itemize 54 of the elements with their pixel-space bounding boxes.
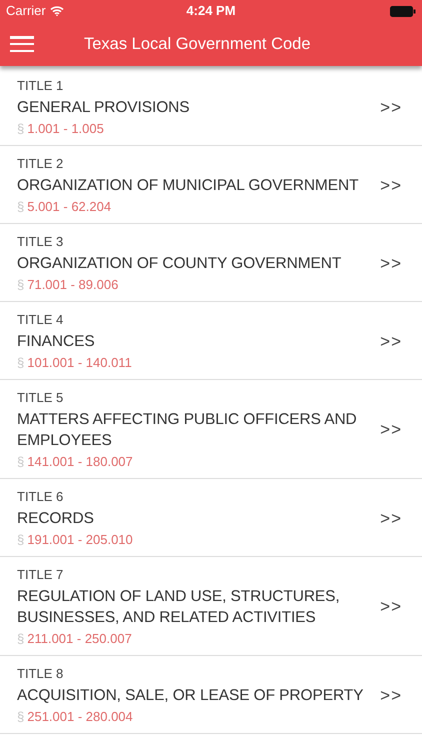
section-sign: §	[17, 630, 24, 648]
title-name: ACQUISITION, SALE, OR LEASE OF PROPERTY	[17, 686, 364, 706]
section-sign: §	[17, 198, 24, 216]
title-row[interactable]: TITLE 2 ORGANIZATION OF MUNICIPAL GOVERNMENT § 5.001 - 62.204 >>	[0, 146, 422, 224]
section-sign: §	[17, 276, 24, 294]
menu-button[interactable]	[10, 34, 34, 54]
chevron-icon: >>	[380, 172, 402, 198]
section-range: 211.001 - 250.007	[27, 630, 132, 648]
section-sign: §	[17, 120, 24, 138]
section-range: 71.001 - 89.006	[27, 276, 118, 294]
title-name: RECORDS	[17, 509, 95, 529]
title-number: TITLE 6	[17, 488, 64, 506]
title-name: FINANCES	[17, 332, 96, 352]
section-sign: §	[17, 531, 24, 549]
wifi-icon	[50, 6, 64, 16]
section-sign: §	[17, 708, 24, 726]
title-number: TITLE 1	[17, 77, 64, 95]
battery-icon	[390, 6, 416, 16]
title-row[interactable]: TITLE 7 REGULATION OF LAND USE, STRUCTURES, BUSINESSES, AND RELATED ACTIVITIES § 211.001 - 250.007 >>	[0, 557, 422, 656]
title-row[interactable]: TITLE 8 ACQUISITION, SALE, OR LEASE OF PROPERTY § 251.001 - 280.004 >>	[0, 656, 422, 734]
clock-time: 4:24 PM	[186, 2, 236, 20]
section-sign: §	[17, 354, 24, 372]
chevron-icon: >>	[380, 328, 402, 354]
chevron-icon: >>	[380, 594, 402, 620]
title-number: TITLE 3	[17, 233, 64, 251]
title-number: TITLE 7	[17, 566, 64, 584]
title-row[interactable]: TITLE 4 FINANCES § 101.001 - 140.011 >>	[0, 302, 422, 380]
section-range: 1.001 - 1.005	[27, 120, 104, 138]
title-name: MATTERS AFFECTING PUBLIC OFFICERS AND EMPLOYEES	[17, 410, 358, 451]
chevron-icon: >>	[380, 506, 402, 532]
section-range: 141.001 - 180.007	[27, 453, 133, 471]
title-number: TITLE 5	[17, 389, 64, 407]
chevron-icon: >>	[380, 682, 402, 708]
title-name: ORGANIZATION OF COUNTY GOVERNMENT	[17, 254, 342, 274]
chevron-icon: >>	[380, 250, 402, 276]
title-row[interactable]: TITLE 6 RECORDS § 191.001 - 205.010 >>	[0, 479, 422, 557]
title-name: ORGANIZATION OF MUNICIPAL GOVERNMENT	[17, 176, 360, 196]
title-row[interactable]: TITLE 5 MATTERS AFFECTING PUBLIC OFFICERS AND EMPLOYEES § 141.001 - 180.007 >>	[0, 380, 422, 479]
title-row[interactable]: TITLE 1 GENERAL PROVISIONS § 1.001 - 1.005 >>	[0, 68, 422, 146]
title-name: GENERAL PROVISIONS	[17, 98, 190, 118]
title-number: TITLE 8	[17, 665, 64, 683]
section-range: 191.001 - 205.010	[27, 531, 133, 549]
section-sign: §	[17, 453, 24, 471]
section-range: 251.001 - 280.004	[27, 708, 133, 726]
title-number: TITLE 4	[17, 311, 64, 329]
section-range: 5.001 - 62.204	[27, 198, 112, 216]
title-row[interactable]: TITLE 3 ORGANIZATION OF COUNTY GOVERNMENT § 71.001 - 89.006 >>	[0, 224, 422, 302]
title-number: TITLE 2	[17, 155, 64, 173]
chevron-icon: >>	[380, 417, 402, 443]
carrier-label: Carrier	[6, 2, 46, 20]
title-name: REGULATION OF LAND USE, STRUCTURES, BUSINESSES, AND RELATED ACTIVITIES	[17, 587, 341, 628]
section-range: 101.001 - 140.011	[27, 354, 132, 372]
chevron-icon: >>	[380, 94, 402, 120]
screen-title: Texas Local Government Code	[84, 34, 311, 55]
